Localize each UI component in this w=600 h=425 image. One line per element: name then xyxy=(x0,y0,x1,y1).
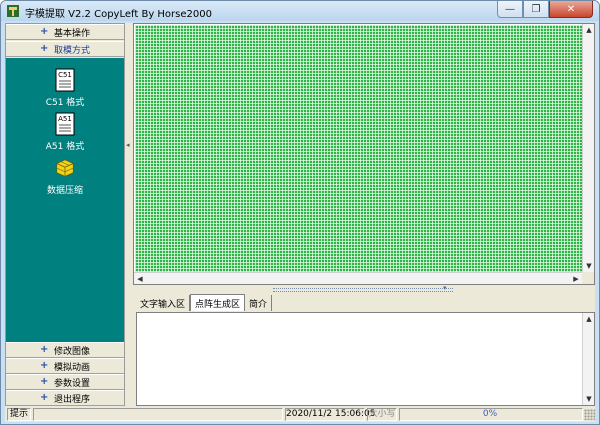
client-area: + 基本操作 + 取模方式 C51 C51 格式 A51 A51 格式 数据压缩… xyxy=(5,23,595,422)
sidebar-item-label: A51 格式 xyxy=(45,142,85,152)
scroll-right-icon[interactable]: ▶ xyxy=(570,273,582,285)
sidebar: + 基本操作 + 取模方式 C51 C51 格式 A51 A51 格式 数据压缩… xyxy=(5,23,125,406)
plus-icon: + xyxy=(40,376,49,387)
group-label: 取模方式 xyxy=(54,45,91,56)
bottom-tabs: 文字输入区 点阵生成区 简介 xyxy=(136,294,273,311)
tab-label: 简介 xyxy=(249,299,268,310)
maximize-button[interactable]: ❐ xyxy=(523,1,549,18)
group-parameter-settings[interactable]: + 参数设置 xyxy=(6,374,124,390)
plus-icon: + xyxy=(40,392,49,403)
group-modify-image[interactable]: + 修改图像 xyxy=(6,342,124,358)
window-title: 字模提取 V2.2 CopyLeft By Horse2000 xyxy=(25,9,212,20)
app-icon xyxy=(7,5,19,17)
collapse-down-icon[interactable]: ▾ xyxy=(443,284,447,292)
group-label: 修改图像 xyxy=(54,346,91,357)
tab-label: 文字输入区 xyxy=(140,299,186,310)
vertical-scrollbar[interactable]: ▲ ▼ xyxy=(582,24,594,272)
restore-icon: ❐ xyxy=(531,3,541,15)
icon-label: A51 xyxy=(58,115,72,123)
sidebar-item-label: 数据压缩 xyxy=(46,186,83,196)
group-exit-program[interactable]: + 退出程序 xyxy=(6,390,124,406)
scrollbar-corner xyxy=(582,272,594,284)
group-simulate-animation[interactable]: + 模拟动画 xyxy=(6,358,124,374)
title-bar[interactable]: 字模提取 V2.2 CopyLeft By Horse2000 — ❐ ✕ xyxy=(1,1,599,21)
status-progress-panel: 0% xyxy=(399,408,583,421)
minimize-button[interactable]: — xyxy=(497,1,523,18)
status-datetime: 2020/11/2 15:06:05 xyxy=(285,408,376,421)
sidebar-item-label: C51 格式 xyxy=(45,98,85,108)
sidebar-item-c51-format[interactable]: C51 C51 格式 xyxy=(6,68,124,108)
tab-label: 点阵生成区 xyxy=(195,299,241,310)
group-label: 基本操作 xyxy=(54,28,91,39)
splitter-grip[interactable] xyxy=(273,288,453,292)
sidebar-item-a51-format[interactable]: A51 A51 格式 xyxy=(6,112,124,152)
horizontal-scrollbar[interactable]: ◀ ▶ xyxy=(134,272,582,284)
status-caps-indicator: 大小写 xyxy=(367,408,397,421)
group-modulo-mode[interactable]: + 取模方式 xyxy=(6,41,124,57)
status-bar: 提示 2020/11/2 15:06:05 大小写 0% xyxy=(5,407,595,422)
document-a51-icon: A51 xyxy=(55,112,75,136)
plus-icon: + xyxy=(40,43,49,54)
scroll-down-icon[interactable]: ▼ xyxy=(583,393,595,405)
status-hint-label: 提示 xyxy=(7,408,31,421)
scroll-left-icon[interactable]: ◀ xyxy=(134,273,146,285)
output-vertical-scrollbar[interactable]: ▲ ▼ xyxy=(582,313,594,405)
dot-matrix-output-textarea[interactable]: ▲ ▼ xyxy=(136,312,595,406)
scroll-down-icon[interactable]: ▼ xyxy=(583,260,595,272)
tab-intro[interactable]: 简介 xyxy=(245,295,273,311)
horizontal-splitter[interactable]: ▾ xyxy=(133,284,595,293)
sidebar-item-data-compress[interactable]: 数据压缩 xyxy=(6,158,124,196)
scroll-up-icon[interactable]: ▲ xyxy=(583,313,595,325)
plus-icon: + xyxy=(40,344,49,355)
window-controls: — ❐ ✕ xyxy=(497,1,593,19)
close-button[interactable]: ✕ xyxy=(549,1,593,18)
document-c51-icon: C51 xyxy=(55,68,75,92)
dot-matrix-panel: ▲ ▼ ◀ ▶ xyxy=(133,23,595,285)
group-label: 参数设置 xyxy=(54,378,91,389)
group-basic-ops[interactable]: + 基本操作 xyxy=(6,24,124,40)
scroll-up-icon[interactable]: ▲ xyxy=(583,24,595,36)
sidebar-items-area: C51 C51 格式 A51 A51 格式 数据压缩 xyxy=(6,58,124,342)
resize-grip-icon[interactable] xyxy=(584,409,595,420)
collapse-left-icon[interactable]: ◂ xyxy=(126,141,130,149)
main-window: 字模提取 V2.2 CopyLeft By Horse2000 — ❐ ✕ + … xyxy=(0,0,600,425)
dot-matrix-grid[interactable] xyxy=(135,25,582,272)
group-label: 退出程序 xyxy=(54,394,91,405)
plus-icon: + xyxy=(40,26,49,37)
close-icon: ✕ xyxy=(566,3,576,15)
tab-dot-matrix-output[interactable]: 点阵生成区 xyxy=(190,294,246,311)
status-message-panel xyxy=(33,408,283,421)
icon-label: C51 xyxy=(58,71,72,79)
plus-icon: + xyxy=(40,360,49,371)
vertical-splitter[interactable]: ◂ xyxy=(126,23,132,406)
status-progress-text: 0% xyxy=(482,409,498,419)
tab-text-input[interactable]: 文字输入区 xyxy=(136,295,191,311)
group-label: 模拟动画 xyxy=(54,362,91,373)
minimize-icon: — xyxy=(505,3,515,15)
compress-cube-icon xyxy=(56,159,74,177)
